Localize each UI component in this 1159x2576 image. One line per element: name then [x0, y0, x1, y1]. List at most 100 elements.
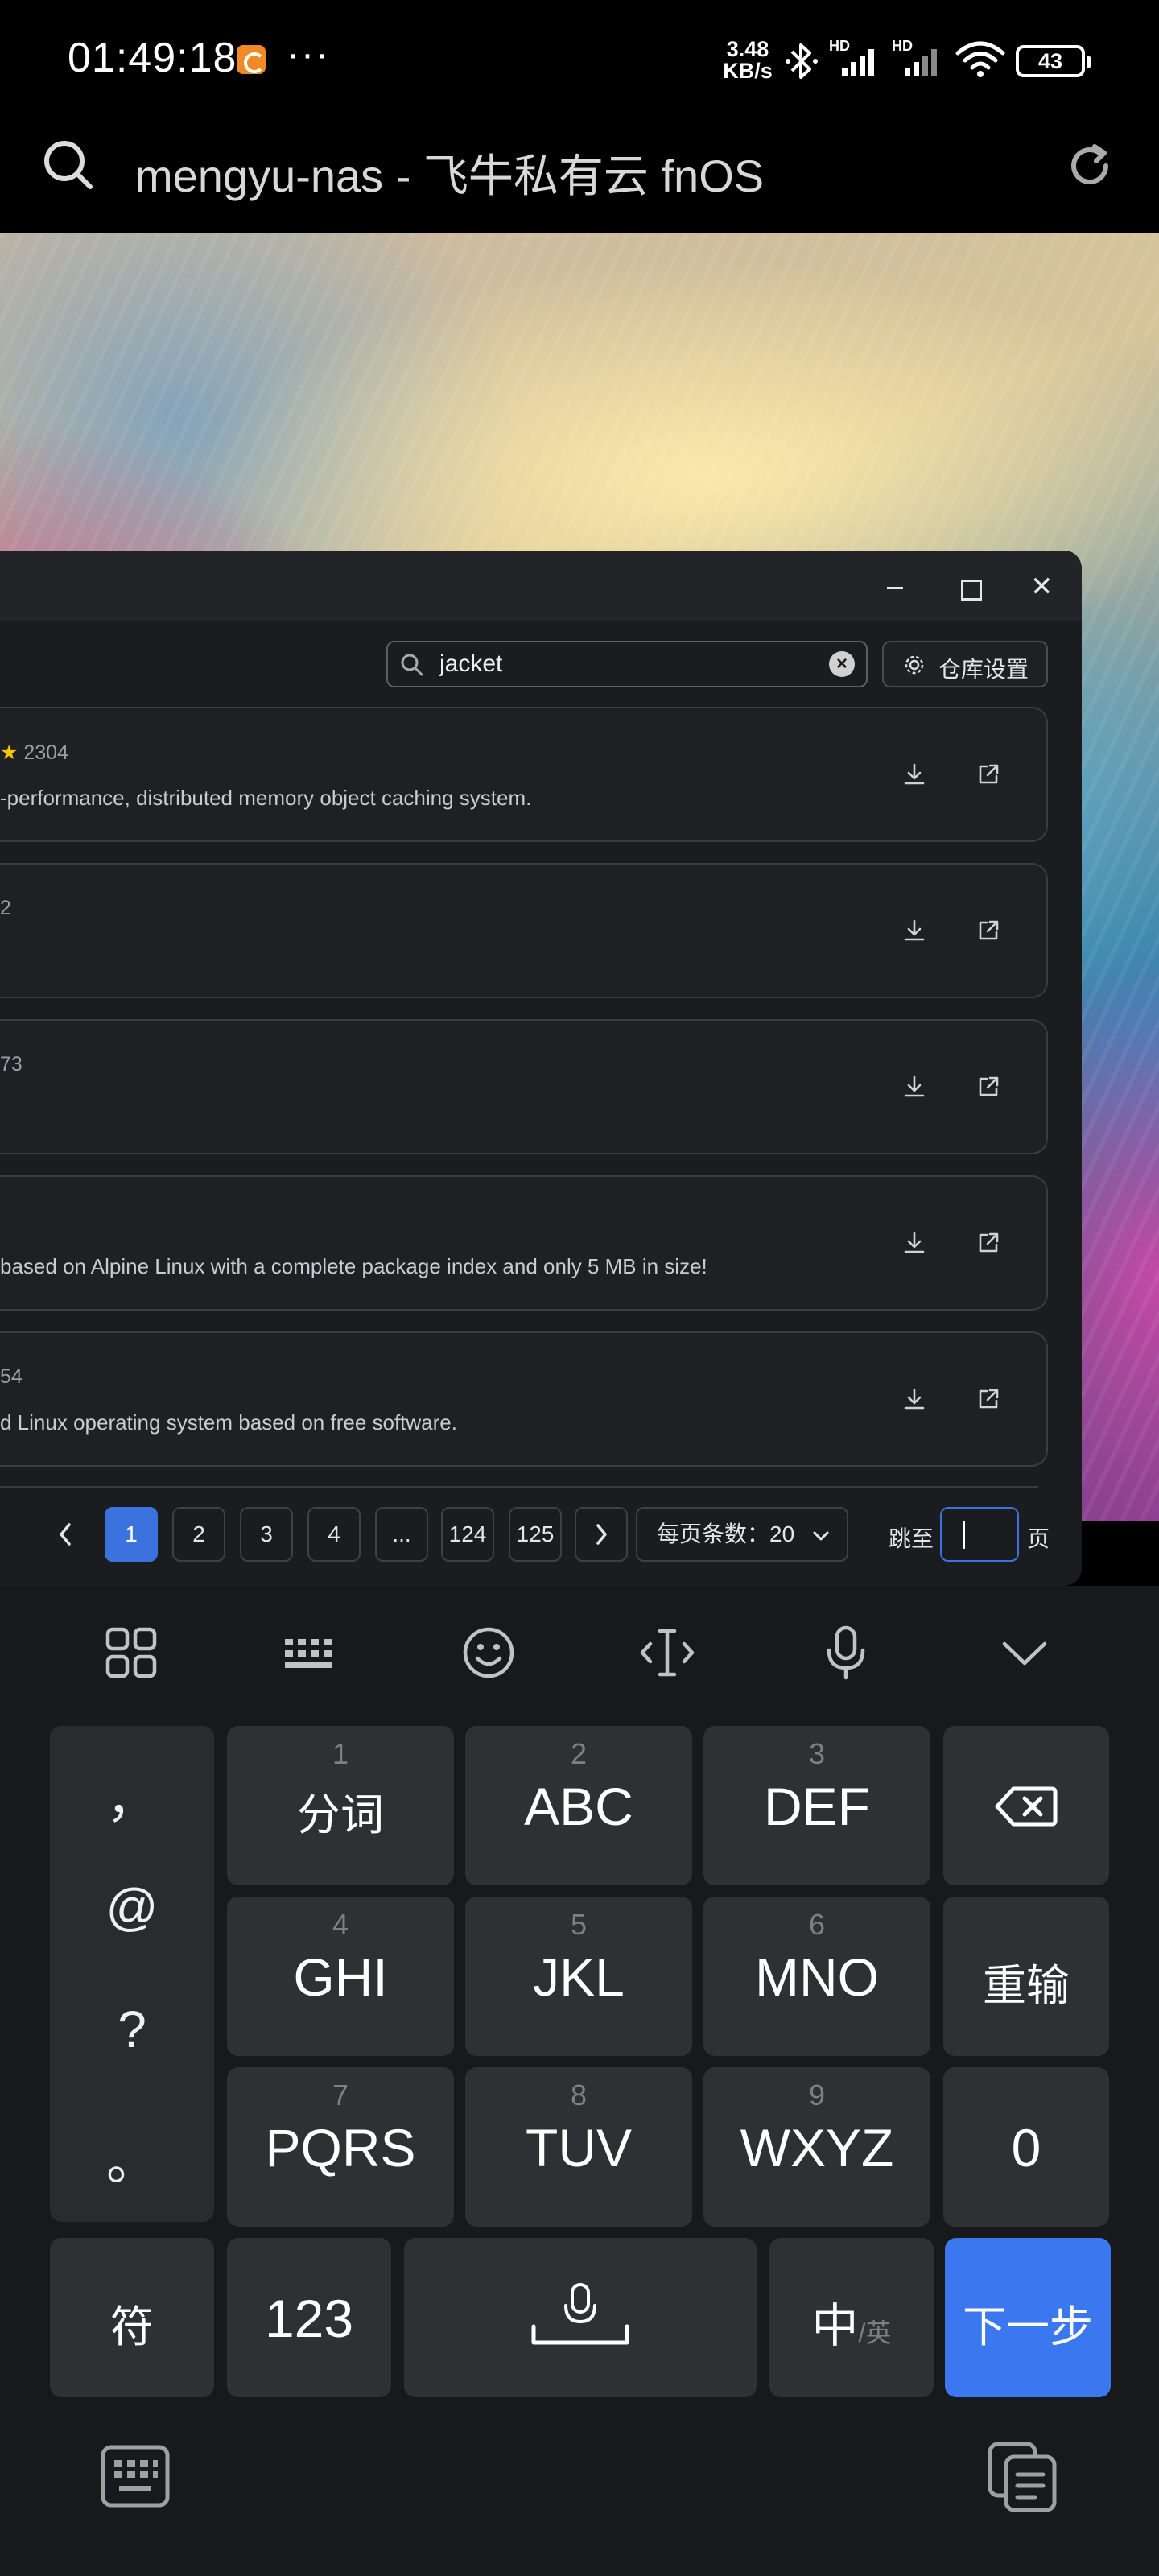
list-item[interactable]: ★ 2304 -performance, distributed memory … — [0, 707, 1048, 842]
external-link-icon[interactable] — [975, 1386, 1001, 1412]
network-speed-unit: KB/s — [723, 59, 773, 83]
key-number: 1 — [332, 1737, 349, 1770]
prev-page-icon[interactable] — [55, 1520, 77, 1549]
key-label: 重输 — [983, 1962, 1070, 2010]
jump-page-input[interactable] — [940, 1507, 1019, 1562]
key-3[interactable]: 3 DEF — [703, 1726, 930, 1885]
page-title[interactable]: mengyu-nas - 飞牛私有云 fnOS — [135, 140, 764, 205]
keyboard-switch-icon[interactable] — [100, 2444, 171, 2508]
minimize-button[interactable] — [884, 576, 906, 599]
page-button-2[interactable]: 2 — [172, 1507, 225, 1562]
external-link-icon[interactable] — [975, 1074, 1001, 1100]
window-titlebar[interactable] — [0, 551, 1082, 621]
search-icon[interactable] — [40, 137, 97, 193]
punctuation-column[interactable]: ， @ ? 。 — [50, 1726, 214, 2222]
more-notifications-icon: ··· — [287, 33, 330, 76]
item-meta: 73 — [0, 1053, 23, 1075]
punct-question-key[interactable]: ? — [50, 2000, 214, 2059]
punct-comma-key[interactable]: ， — [50, 1758, 214, 1832]
key-label: MNO — [755, 1947, 879, 2007]
per-page-select[interactable]: 每页条数：20 — [636, 1507, 848, 1562]
app-window: ✕ × 仓库设置 ★ 2304 -performance, distribute… — [0, 551, 1082, 1586]
space-key[interactable] — [404, 2238, 757, 2397]
apps-grid-icon[interactable] — [103, 1624, 159, 1681]
key-label: TUV — [526, 2118, 632, 2178]
item-meta: 2 — [0, 897, 11, 919]
next-step-key[interactable]: 下一步 — [945, 2238, 1111, 2397]
key-1[interactable]: 1 分词 — [227, 1726, 454, 1885]
key-6[interactable]: 6 MNO — [703, 1897, 930, 2056]
close-button[interactable]: ✕ — [1030, 573, 1054, 601]
lang-alt-label: /英 — [858, 2318, 892, 2347]
download-icon[interactable] — [901, 1074, 927, 1100]
list-item[interactable]: 54 d Linux operating system based on fre… — [0, 1331, 1048, 1467]
punct-period-key[interactable]: 。 — [50, 2120, 214, 2194]
divider — [0, 1486, 1038, 1488]
key-label: 分词 — [297, 1791, 384, 1839]
key-8[interactable]: 8 TUV — [465, 2067, 692, 2227]
star-count-value: 2304 — [23, 741, 68, 764]
external-link-icon[interactable] — [975, 1230, 1001, 1256]
key-label: GHI — [293, 1947, 388, 2007]
keyboard-layout-icon[interactable] — [282, 1624, 338, 1681]
key-number: 2 — [570, 1737, 588, 1770]
key-7[interactable]: 7 PQRS — [227, 2067, 454, 2227]
symbols-key[interactable]: 符 — [50, 2238, 214, 2397]
page-button-3[interactable]: 3 — [240, 1507, 293, 1562]
key-number: 9 — [808, 2079, 826, 2112]
wifi-icon — [955, 41, 1005, 77]
punct-at-key[interactable]: @ — [50, 1877, 214, 1937]
key-2[interactable]: 2 ABC — [465, 1726, 692, 1885]
list-item[interactable]: 2 — [0, 863, 1048, 998]
list-item[interactable]: 73 — [0, 1019, 1048, 1154]
key-number: 4 — [332, 1908, 349, 1941]
jump-to-label: 跳至 — [889, 1526, 934, 1551]
page-button-124[interactable]: 124 — [441, 1507, 494, 1562]
page-button-1[interactable]: 1 — [105, 1507, 158, 1562]
download-icon[interactable] — [901, 1230, 927, 1256]
key-5[interactable]: 5 JKL — [465, 1897, 692, 2056]
external-link-icon[interactable] — [975, 918, 1001, 943]
external-link-icon[interactable] — [975, 762, 1001, 787]
microphone-icon[interactable] — [818, 1624, 874, 1681]
star-icon: ★ — [0, 741, 19, 764]
language-switch-key[interactable]: 中/英 — [769, 2238, 934, 2397]
emoji-icon[interactable] — [460, 1624, 517, 1681]
maximize-button[interactable] — [958, 576, 982, 601]
clear-search-icon[interactable]: × — [829, 651, 855, 677]
list-item[interactable]: based on Alpine Linux with a complete pa… — [0, 1175, 1048, 1311]
page-ellipsis[interactable]: ... — [375, 1507, 428, 1562]
backspace-key[interactable] — [943, 1726, 1109, 1885]
notification-app-icon — [237, 45, 266, 74]
page-button-125[interactable]: 125 — [509, 1507, 562, 1562]
numbers-key[interactable]: 123 — [227, 2238, 391, 2397]
key-4[interactable]: 4 GHI — [227, 1897, 454, 2056]
key-label: PQRS — [265, 2118, 416, 2178]
key-label: WXYZ — [740, 2118, 894, 2178]
cursor-move-icon[interactable] — [639, 1624, 695, 1681]
key-number: 7 — [332, 2079, 349, 2112]
download-icon[interactable] — [901, 1386, 927, 1412]
search-box[interactable]: × — [386, 641, 868, 687]
download-icon[interactable] — [901, 762, 927, 787]
key-label: 123 — [264, 2289, 354, 2348]
gear-icon — [905, 655, 924, 675]
next-page-button[interactable] — [575, 1507, 628, 1562]
download-icon[interactable] — [901, 918, 927, 943]
network-speed: 3.48 KB/s — [720, 39, 776, 82]
status-time: 01:49:18 — [68, 35, 237, 81]
reenter-key[interactable]: 重输 — [943, 1897, 1109, 2056]
repo-settings-button[interactable]: 仓库设置 — [882, 641, 1048, 687]
clipboard-icon[interactable] — [985, 2439, 1059, 2513]
key-label: DEF — [764, 1777, 870, 1836]
key-label: JKL — [533, 1947, 625, 2007]
backspace-icon — [995, 1786, 1058, 1827]
key-label: ABC — [524, 1777, 633, 1836]
search-input[interactable] — [438, 647, 808, 681]
network-speed-value: 3.48 — [726, 37, 769, 61]
page-button-4[interactable]: 4 — [307, 1507, 361, 1562]
reload-icon[interactable] — [1062, 138, 1117, 193]
key-9[interactable]: 9 WXYZ — [703, 2067, 930, 2227]
collapse-keyboard-icon[interactable] — [996, 1624, 1053, 1681]
key-0[interactable]: 0 — [943, 2067, 1109, 2227]
